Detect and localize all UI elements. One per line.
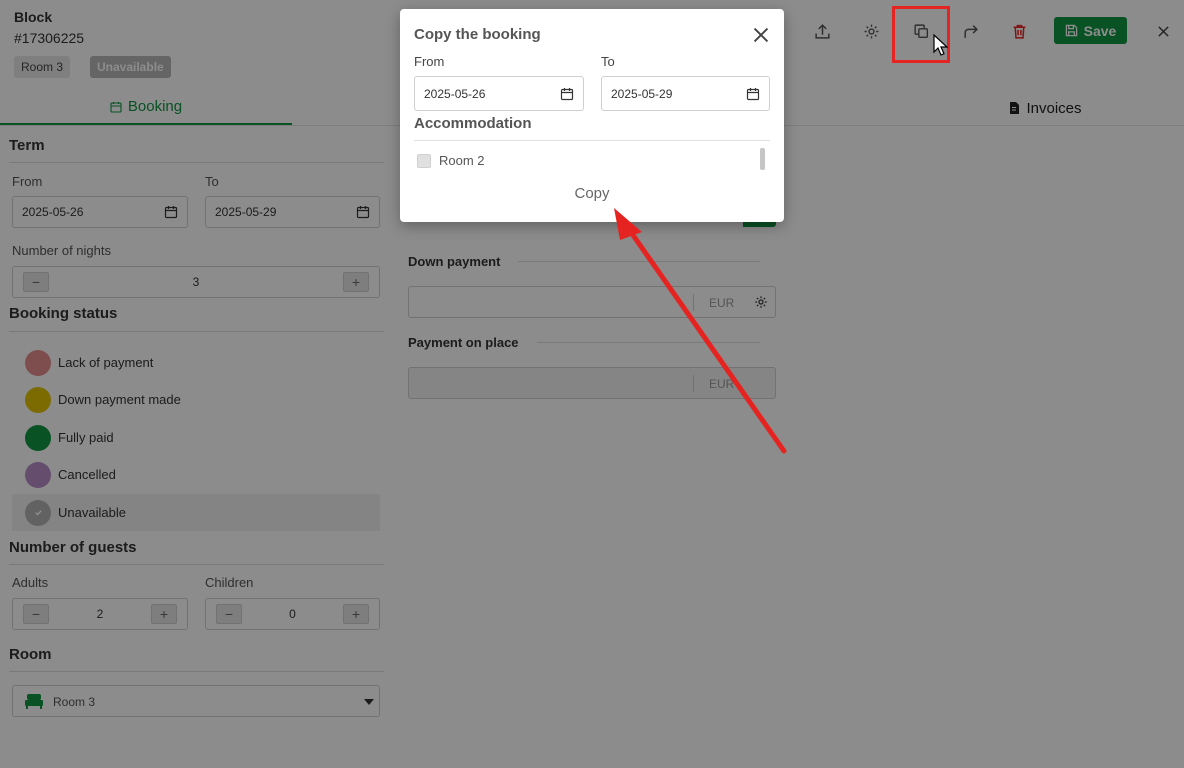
dialog-to-date-value: 2025-05-29	[611, 86, 673, 101]
copy-button[interactable]: Copy	[564, 185, 620, 205]
scrollbar[interactable]	[760, 148, 765, 170]
close-icon[interactable]	[752, 26, 770, 44]
calendar-icon	[746, 88, 760, 101]
dialog-from-date-value: 2025-05-26	[424, 86, 486, 101]
dialog-from-label: From	[414, 54, 445, 69]
room-option-label: Room 2	[439, 153, 485, 168]
dialog-from-date-input[interactable]: 2025-05-26	[414, 76, 584, 111]
room-2-checkbox[interactable]	[417, 154, 431, 168]
calendar-icon	[560, 88, 574, 101]
accommodation-divider	[414, 140, 770, 141]
mouse-cursor-icon	[933, 34, 948, 56]
dialog-to-label: To	[601, 54, 615, 69]
dialog-title: Copy the booking	[414, 26, 541, 43]
accommodation-label: Accommodation	[414, 115, 532, 132]
copy-booking-dialog: Copy the booking From 2025-05-26 To 2025…	[400, 9, 784, 222]
dialog-to-date-input[interactable]: 2025-05-29	[601, 76, 770, 111]
